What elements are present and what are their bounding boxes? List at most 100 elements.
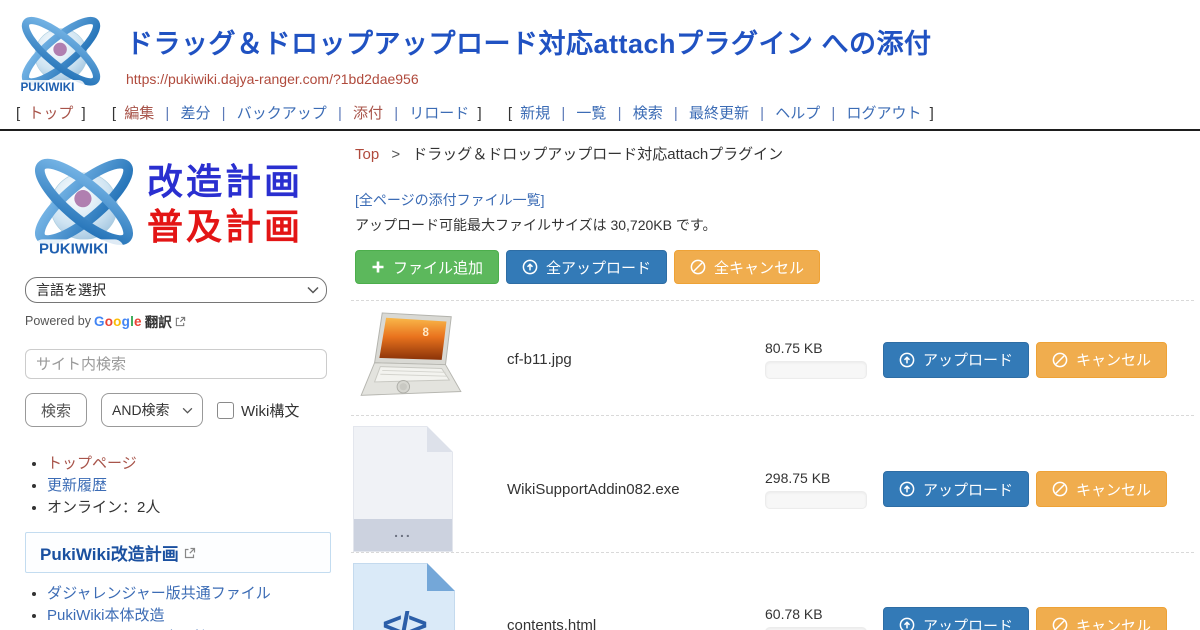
upload-file-list: 8 cf-b11.jpg 80.75 KB — [351, 300, 1194, 630]
pipe: | — [831, 105, 835, 122]
nav-item-search[interactable]: 検索 — [633, 105, 663, 122]
breadcrumb-current: ドラッグ＆ドロップアップロード対応attachプラグイン — [412, 146, 783, 163]
pukiwiki-atom-logo-icon: PUKIWIKI — [25, 145, 143, 263]
wiki-syntax-checkbox[interactable] — [217, 402, 234, 419]
nav-item-logout[interactable]: ログアウト — [846, 105, 921, 122]
upload-circle-icon — [899, 481, 915, 497]
svg-text:PUKIWIKI: PUKIWIKI — [39, 240, 108, 257]
pipe: | — [165, 105, 169, 122]
add-file-button[interactable]: ファイル追加 — [355, 250, 499, 284]
page-title: ドラッグ＆ドロップアップロード対応attachプラグイン への添付 — [126, 22, 932, 61]
banner-line-fukyu: 普及計画 — [147, 204, 303, 249]
site-search-input[interactable] — [25, 349, 327, 379]
file-size: 298.75 KB — [765, 470, 883, 486]
file-row: ... WikiSupportAddin082.exe 298.75 KB — [351, 415, 1194, 552]
list-item: ダジャレンジャー版共通ファイル — [47, 585, 331, 604]
sidebar-banner-text: 改造計画 普及計画 — [147, 159, 303, 249]
bracket: [ — [112, 105, 116, 122]
pipe: | — [618, 105, 622, 122]
top-navigation: [ トップ ] [ 編集 | 差分 | バックアップ | 添付 | リロード ]… — [0, 98, 1200, 129]
file-size: 80.75 KB — [765, 340, 883, 356]
all-attachments-link[interactable]: [全ページの添付ファイル一覧] — [355, 190, 545, 210]
nav-item-reload[interactable]: リロード — [409, 105, 469, 122]
file-name: contents.html — [507, 617, 765, 630]
file-icon-band: ... — [354, 519, 452, 551]
external-link-icon — [184, 547, 196, 559]
breadcrumb-home-link[interactable]: Top — [355, 146, 379, 163]
cancel-button[interactable]: キャンセル — [1036, 471, 1167, 507]
svg-text:PUKIWIKI: PUKIWIKI — [21, 81, 75, 94]
nav-item-diff[interactable]: 差分 — [180, 105, 210, 122]
sidebar-link-history[interactable]: 更新履歴 — [47, 477, 107, 494]
section-heading-label: PukiWiki改造計画 — [40, 540, 179, 565]
search-mode-select[interactable]: AND検索 — [101, 393, 203, 427]
bracket: ] — [930, 105, 934, 122]
nav-item-top[interactable]: トップ — [28, 105, 73, 122]
breadcrumb: Top > ドラッグ＆ドロップアップロード対応attachプラグイン — [351, 143, 1194, 164]
sidebar-links-top: トップページ 更新履歴 オンライン：2人 — [47, 453, 331, 518]
upload-toolbar: ファイル追加 全アップロード 全キャンセル — [355, 250, 1194, 284]
ban-icon — [1052, 617, 1068, 630]
google-translate-attribution: Powered by Google 翻訳 — [25, 311, 331, 331]
language-select[interactable]: 言語を選択 — [25, 277, 327, 303]
code-glyph: </> — [382, 606, 425, 630]
cancel-button[interactable]: キャンセル — [1036, 607, 1167, 630]
svg-text:8: 8 — [423, 327, 430, 339]
list-item: トップページ — [47, 453, 331, 474]
cancel-all-label: 全キャンセル — [714, 257, 804, 278]
nav-item-new[interactable]: 新規 — [520, 105, 550, 122]
ban-icon — [1052, 352, 1068, 368]
page-header: PUKIWIKI ドラッグ＆ドロップアップロード対応attachプラグイン への… — [0, 0, 1200, 98]
bracket: ] — [82, 105, 86, 122]
nav-item-attach[interactable]: 添付 — [353, 105, 383, 122]
upload-button[interactable]: アップロード — [883, 471, 1029, 507]
pipe: | — [338, 105, 342, 122]
cancel-all-button[interactable]: 全キャンセル — [674, 250, 820, 284]
translate-link[interactable]: 翻訳 — [145, 311, 172, 331]
sidebar-banner[interactable]: PUKIWIKI 改造計画 普及計画 — [25, 145, 331, 263]
upload-button-label: アップロード — [923, 349, 1013, 370]
pipe: | — [222, 105, 226, 122]
online-status: オンライン：2人 — [47, 497, 331, 518]
sidebar-link-common-files[interactable]: ダジャレンジャー版共通ファイル — [47, 585, 271, 602]
main-content: Top > ドラッグ＆ドロップアップロード対応attachプラグイン [全ページ… — [345, 131, 1200, 630]
banner-line-kaizo: 改造計画 — [147, 159, 303, 204]
header-text-block: ドラッグ＆ドロップアップロード対応attachプラグイン への添付 https:… — [112, 8, 932, 89]
breadcrumb-separator: > — [391, 146, 400, 163]
cancel-button-label: キャンセル — [1076, 479, 1151, 500]
search-button[interactable]: 検索 — [25, 393, 87, 427]
nav-item-help[interactable]: ヘルプ — [775, 105, 820, 122]
google-logo: Google — [94, 314, 142, 329]
upload-all-label: 全アップロード — [546, 257, 651, 278]
upload-progress-bar — [765, 627, 867, 630]
upload-all-button[interactable]: 全アップロード — [506, 250, 667, 284]
sidebar-section-heading[interactable]: PukiWiki改造計画 — [25, 532, 331, 573]
upload-circle-icon — [899, 617, 915, 630]
nav-item-edit[interactable]: 編集 — [124, 105, 154, 122]
upload-button-label: アップロード — [923, 479, 1013, 500]
pipe: | — [674, 105, 678, 122]
pipe: | — [561, 105, 565, 122]
page-url-link[interactable]: https://pukiwiki.dajya-ranger.com/?1bd2d… — [126, 71, 419, 87]
upload-button[interactable]: アップロード — [883, 342, 1029, 378]
language-select-wrap: 言語を選択 — [25, 277, 331, 303]
add-file-label: ファイル追加 — [393, 257, 483, 278]
pukiwiki-atom-logo-icon[interactable]: PUKIWIKI — [10, 8, 112, 98]
cancel-button[interactable]: キャンセル — [1036, 342, 1167, 378]
pipe: | — [760, 105, 764, 122]
cancel-button-label: キャンセル — [1076, 615, 1151, 630]
nav-item-backup[interactable]: バックアップ — [237, 105, 327, 122]
plus-icon — [371, 260, 385, 274]
powered-by-label: Powered by — [25, 314, 91, 328]
bracket: [ — [16, 105, 20, 122]
upload-button-label: アップロード — [923, 615, 1013, 630]
bracket: ] — [477, 105, 481, 122]
nav-item-list[interactable]: 一覧 — [576, 105, 606, 122]
cancel-button-label: キャンセル — [1076, 349, 1151, 370]
upload-circle-icon — [522, 259, 538, 275]
sidebar-link-toppage[interactable]: トップページ — [47, 455, 137, 472]
sidebar-link-core-mods[interactable]: PukiWiki本体改造 — [47, 607, 165, 624]
upload-button[interactable]: アップロード — [883, 607, 1029, 630]
nav-item-recent[interactable]: 最終更新 — [689, 105, 749, 122]
file-row: 8 cf-b11.jpg 80.75 KB — [351, 300, 1194, 415]
